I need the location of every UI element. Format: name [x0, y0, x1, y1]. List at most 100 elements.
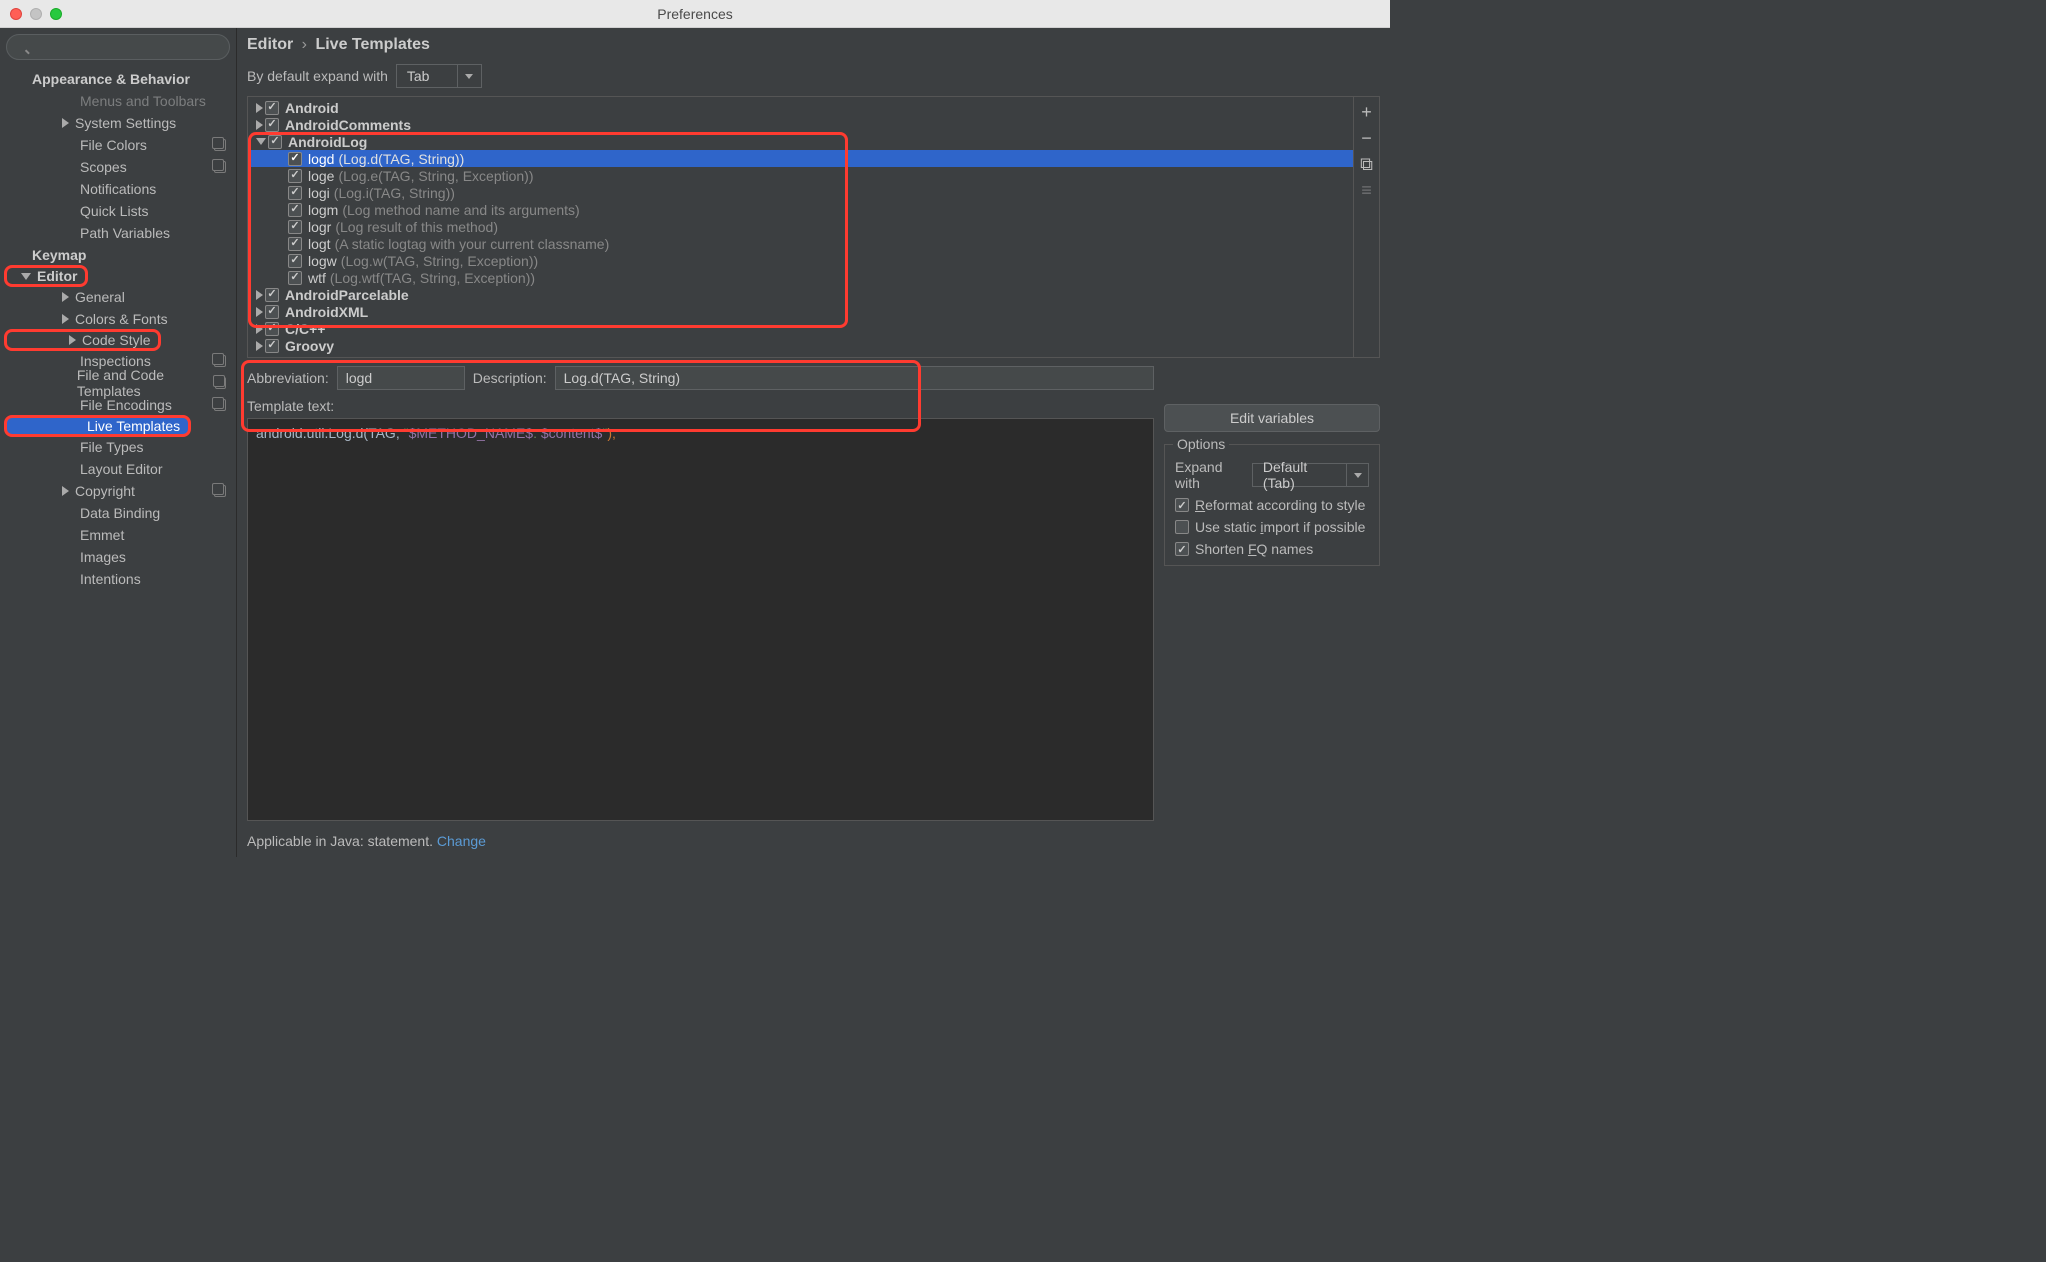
- sidebar-item-scopes[interactable]: Scopes: [0, 156, 236, 178]
- sidebar-item-label: Layout Editor: [80, 461, 163, 477]
- template-desc: (Log method name and its arguments): [342, 202, 579, 218]
- sidebar-item-menus-and-toolbars[interactable]: Menus and Toolbars: [0, 90, 236, 112]
- template-checkbox[interactable]: [288, 271, 302, 285]
- template-text-area[interactable]: android.util.Log.d(TAG, "$METHOD_NAME$: …: [247, 418, 1154, 821]
- expand-row: By default expand with Tab: [247, 64, 1380, 88]
- add-template-button[interactable]: +: [1358, 103, 1376, 121]
- sidebar-item-editor[interactable]: Editor: [4, 265, 88, 287]
- sidebar-item-colors-fonts[interactable]: Colors & Fonts: [0, 308, 236, 330]
- detail-panel: Abbreviation: Description: Template text…: [247, 366, 1380, 849]
- sidebar-item-file-encodings[interactable]: File Encodings: [0, 394, 236, 416]
- template-item-logw[interactable]: logw (Log.w(TAG, String, Exception)): [248, 252, 1353, 269]
- sidebar-item-general[interactable]: General: [0, 286, 236, 308]
- static-import-checkbox[interactable]: [1175, 520, 1189, 534]
- tree-group-groovy[interactable]: Groovy: [248, 337, 1353, 354]
- group-label: Groovy: [285, 338, 334, 354]
- tree-group-androidparcelable[interactable]: AndroidParcelable: [248, 286, 1353, 303]
- sidebar-item-notifications[interactable]: Notifications: [0, 178, 236, 200]
- group-checkbox[interactable]: [265, 101, 279, 115]
- group-checkbox[interactable]: [265, 305, 279, 319]
- group-label: AndroidComments: [285, 117, 411, 133]
- copy-icon: [214, 355, 226, 367]
- abbreviation-input[interactable]: [337, 366, 465, 390]
- sidebar-item-keymap[interactable]: Keymap: [0, 244, 236, 266]
- tree-group-androidlog[interactable]: AndroidLog: [248, 133, 1353, 150]
- template-checkbox[interactable]: [288, 152, 302, 166]
- option-reformat[interactable]: Reformat according to style: [1175, 497, 1369, 513]
- tree-group-android[interactable]: Android: [248, 99, 1353, 116]
- copy-template-button[interactable]: ⧉: [1358, 155, 1376, 173]
- change-link[interactable]: Change: [437, 833, 486, 849]
- sidebar-item-file-and-code-templates[interactable]: File and Code Templates: [0, 372, 236, 394]
- remove-template-button[interactable]: −: [1358, 129, 1376, 147]
- options-fieldset: Options Expand with Default (Tab) Reform…: [1164, 444, 1380, 566]
- sidebar-item-file-types[interactable]: File Types: [0, 436, 236, 458]
- sidebar-item-copyright[interactable]: Copyright: [0, 480, 236, 502]
- sidebar-item-quick-lists[interactable]: Quick Lists: [0, 200, 236, 222]
- copy-icon: [215, 377, 226, 389]
- sidebar-item-label: Editor: [37, 268, 77, 284]
- tt-s2: :: [533, 425, 541, 441]
- sidebar-item-layout-editor[interactable]: Layout Editor: [0, 458, 236, 480]
- sidebar-item-emmet[interactable]: Emmet: [0, 524, 236, 546]
- template-checkbox[interactable]: [288, 186, 302, 200]
- sidebar-item-intentions[interactable]: Intentions: [0, 568, 236, 590]
- desc-label: Description:: [473, 370, 547, 386]
- tt-v2: $content$: [541, 425, 603, 441]
- option-shorten-fq[interactable]: Shorten FQ names: [1175, 541, 1369, 557]
- sidebar-item-label: Notifications: [80, 181, 156, 197]
- template-item-logm[interactable]: logm (Log method name and its arguments): [248, 201, 1353, 218]
- template-item-loge[interactable]: loge (Log.e(TAG, String, Exception)): [248, 167, 1353, 184]
- template-item-wtf[interactable]: wtf (Log.wtf(TAG, String, Exception)): [248, 269, 1353, 286]
- shorten-fq-checkbox[interactable]: [1175, 542, 1189, 556]
- group-checkbox[interactable]: [268, 135, 282, 149]
- template-item-logr[interactable]: logr (Log result of this method): [248, 218, 1353, 235]
- expand-select[interactable]: Tab: [396, 64, 482, 88]
- template-checkbox[interactable]: [288, 169, 302, 183]
- tree-group-androidxml[interactable]: AndroidXML: [248, 303, 1353, 320]
- template-item-logi[interactable]: logi (Log.i(TAG, String)): [248, 184, 1353, 201]
- sidebar-item-appearance-behavior[interactable]: Appearance & Behavior: [0, 68, 236, 90]
- chevron-right-icon: [62, 292, 69, 302]
- zoom-window-icon[interactable]: [50, 8, 62, 20]
- group-checkbox[interactable]: [265, 322, 279, 336]
- sidebar-item-live-templates[interactable]: Live Templates: [4, 415, 191, 437]
- chevron-right-icon: [256, 341, 263, 351]
- search-input[interactable]: [6, 34, 230, 60]
- edit-variables-button[interactable]: Edit variables: [1164, 404, 1380, 432]
- group-checkbox[interactable]: [265, 339, 279, 353]
- template-item-logd[interactable]: logd (Log.d(TAG, String)): [248, 150, 1353, 167]
- sidebar-item-file-colors[interactable]: File Colors: [0, 134, 236, 156]
- splitter-grabber[interactable]: [247, 358, 1380, 366]
- sidebar-item-images[interactable]: Images: [0, 546, 236, 568]
- close-window-icon[interactable]: [10, 8, 22, 20]
- window-title: Preferences: [657, 6, 732, 22]
- group-checkbox[interactable]: [265, 288, 279, 302]
- template-checkbox[interactable]: [288, 237, 302, 251]
- tree-group-androidcomments[interactable]: AndroidComments: [248, 116, 1353, 133]
- description-input[interactable]: [555, 366, 1154, 390]
- sidebar-item-data-binding[interactable]: Data Binding: [0, 502, 236, 524]
- template-checkbox[interactable]: [288, 254, 302, 268]
- minimize-window-icon[interactable]: [30, 8, 42, 20]
- template-abbr: logr: [308, 219, 331, 235]
- template-item-logt[interactable]: logt (A static logtag with your current …: [248, 235, 1353, 252]
- applicable-label: Applicable in Java: statement.: [247, 833, 437, 849]
- template-checkbox[interactable]: [288, 220, 302, 234]
- option-static-import[interactable]: Use static import if possible: [1175, 519, 1369, 535]
- content: Appearance & BehaviorMenus and ToolbarsS…: [0, 28, 1390, 857]
- tree-group-c-c-[interactable]: C/C++: [248, 320, 1353, 337]
- expand-with-select[interactable]: Default (Tab): [1252, 463, 1369, 487]
- reformat-checkbox[interactable]: [1175, 498, 1189, 512]
- sidebar-item-system-settings[interactable]: System Settings: [0, 112, 236, 134]
- sidebar-item-label: Keymap: [32, 247, 86, 263]
- context-template-button[interactable]: ≡: [1358, 181, 1376, 199]
- preferences-window: Preferences Appearance & BehaviorMenus a…: [0, 0, 1390, 857]
- template-checkbox[interactable]: [288, 203, 302, 217]
- chevron-down-icon: [458, 64, 482, 88]
- expand-select-value: Tab: [396, 64, 458, 88]
- group-checkbox[interactable]: [265, 118, 279, 132]
- sidebar-item-path-variables[interactable]: Path Variables: [0, 222, 236, 244]
- options-legend: Options: [1173, 436, 1229, 452]
- sidebar-item-code-style[interactable]: Code Style: [4, 329, 161, 351]
